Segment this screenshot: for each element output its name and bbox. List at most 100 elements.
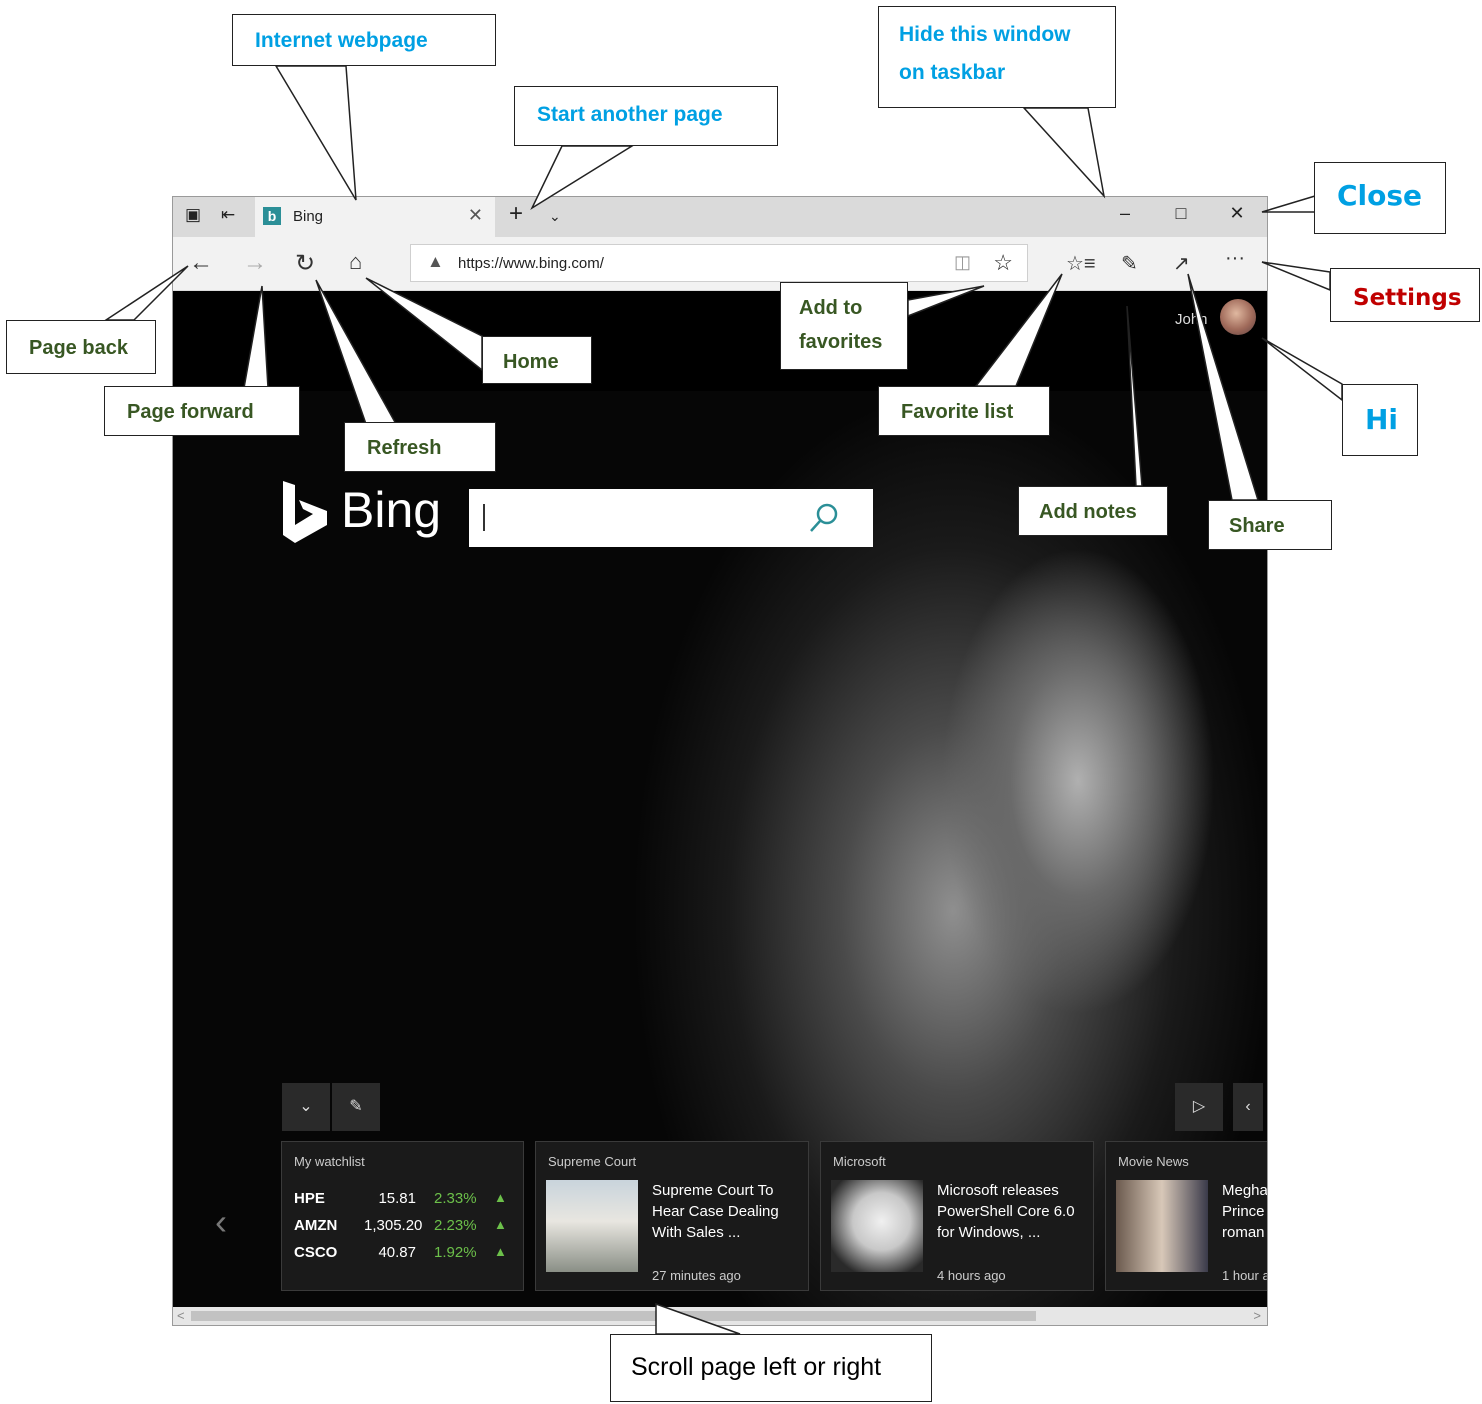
bing-favicon-icon: b [263,207,281,225]
search-icon[interactable] [807,501,841,535]
tab-bing[interactable]: b Bing ✕ [255,197,495,237]
up-triangle-icon: ▲ [494,1190,507,1205]
news-time: 4 hours ago [937,1268,1006,1283]
edit-pencil-button[interactable]: ✎ [332,1083,380,1131]
callout-text: Share [1229,515,1285,537]
callout-add-to-favorites: Add to favorites [780,282,908,370]
callout-text: Favorite list [901,401,1014,423]
callout-text: favorites [799,331,883,353]
card-category: My watchlist [294,1154,365,1169]
share-icon[interactable]: ↗ [1173,251,1190,276]
forward-arrow-icon[interactable]: → [243,249,267,277]
callout-share: Share [1208,500,1332,550]
text-caret [483,504,485,531]
callout-text: Add to [799,297,863,319]
new-tab-plus-icon[interactable]: + [509,200,523,228]
tab-preview-chevron-icon[interactable]: ⌄ [549,208,561,225]
news-card[interactable]: Microsoft Microsoft releases PowerShell … [820,1141,1094,1291]
stock-symbol: AMZN [294,1217,338,1234]
news-thumbnail[interactable] [546,1180,638,1272]
callout-text: Hi [1365,403,1399,436]
callout-page-back: Page back [6,320,156,374]
avatar[interactable] [1220,299,1256,335]
page-header-band [173,291,1267,391]
user-name[interactable]: John [1175,311,1208,328]
news-time: 1 hour a [1222,1268,1268,1283]
callout-home: Home [482,336,592,384]
settings-more-icon[interactable]: ··· [1225,247,1245,270]
back-arrow-icon[interactable]: ← [189,249,213,277]
card-category: Supreme Court [548,1154,637,1169]
callout-text: Scroll page left or right [631,1353,882,1381]
callout-text: Add notes [1039,501,1137,523]
news-thumbnail[interactable] [831,1180,923,1272]
scroll-left-icon[interactable]: < [177,1308,185,1323]
stock-price: 40.87 [378,1244,416,1261]
search-input[interactable] [469,489,873,547]
nav-bar: ← → ↻ ⌂ ▲ https://www.bing.com/ ◫ ☆ ☆≡ ✎… [173,237,1267,291]
maximize-button[interactable]: □ [1161,203,1201,224]
add-favorite-star-icon[interactable]: ☆ [993,250,1013,276]
callout-text: Home [503,351,559,373]
callout-text: Internet webpage [255,29,428,52]
stock-change: 1.92% [434,1244,477,1261]
callout-hi: Hi [1342,384,1418,456]
callout-close: Close [1314,162,1446,234]
callout-hide-window: Hide this window on taskbar [878,6,1116,108]
close-window-button[interactable]: ✕ [1217,203,1257,224]
bing-page: John Bing ⌄ ✎ ▷ ‹ ‹ My watchlist HPE 15.… [173,291,1267,1307]
horizontal-scrollbar[interactable]: < > [173,1307,1267,1325]
favorites-list-icon[interactable]: ☆≡ [1066,251,1096,276]
news-thumbnail[interactable] [1116,1180,1208,1272]
callout-scroll: Scroll page left or right [610,1334,932,1402]
watchlist-row[interactable]: HPE 15.81 2.33% ▲ [294,1190,514,1212]
lock-icon: ▲ [427,252,444,271]
callout-text: Close [1337,179,1423,212]
minimize-button[interactable]: – [1105,203,1145,224]
watchlist-card[interactable]: My watchlist HPE 15.81 2.33% ▲ AMZN 1,30… [281,1141,524,1291]
callout-text: Page back [29,337,128,359]
card-category: Microsoft [833,1154,886,1169]
watchlist-row[interactable]: CSCO 40.87 1.92% ▲ [294,1244,514,1266]
tab-bar: ▣ ⇤ b Bing ✕ + ⌄ – □ ✕ [173,197,1267,237]
news-card[interactable]: Supreme Court Supreme Court To Hear Case… [535,1141,809,1291]
scrollbar-thumb[interactable] [191,1311,1036,1321]
bing-wordmark: Bing [341,482,442,538]
news-headline[interactable]: Microsoft releases PowerShell Core 6.0 f… [937,1180,1077,1243]
collapse-chevron-button[interactable]: ⌄ [282,1083,330,1131]
stock-price: 1,305.20 [364,1217,423,1234]
scroll-right-icon[interactable]: > [1253,1308,1261,1323]
address-url[interactable]: https://www.bing.com/ [458,255,604,272]
watchlist-row[interactable]: AMZN 1,305.20 2.23% ▲ [294,1217,514,1239]
news-headline[interactable]: Supreme Court To Hear Case Dealing With … [652,1180,792,1243]
tab-sets-icon[interactable]: ▣ [185,205,201,225]
tab-close-icon[interactable]: ✕ [468,205,483,226]
callout-text: Settings [1353,285,1462,311]
background-image [878,521,1267,1121]
refresh-icon[interactable]: ↻ [295,249,315,278]
add-notes-pen-icon[interactable]: ✎ [1121,251,1138,276]
address-bar[interactable]: ▲ https://www.bing.com/ ◫ ☆ [410,244,1028,282]
callout-text: Refresh [367,437,442,459]
callout-refresh: Refresh [344,422,496,472]
callout-internet-webpage: Internet webpage [232,14,496,66]
bing-logo: Bing [281,481,451,551]
callout-add-notes: Add notes [1018,486,1168,536]
news-headline[interactable]: Megha Prince roman [1222,1180,1267,1243]
carousel-left-icon[interactable]: ‹ [215,1201,227,1243]
callout-page-forward: Page forward [104,386,300,436]
callout-settings: Settings [1330,268,1480,322]
prev-image-button[interactable]: ‹ [1233,1083,1263,1131]
callout-text: Hide this window [899,23,1071,46]
callout-text: Start another page [537,103,723,126]
callout-start-another-page: Start another page [514,86,778,146]
callout-text: Page forward [127,401,254,423]
bing-b-icon [283,481,327,543]
tab-title: Bing [293,208,324,225]
set-tabs-aside-icon[interactable]: ⇤ [221,205,235,225]
home-icon[interactable]: ⌂ [349,249,362,275]
news-card[interactable]: Movie News Megha Prince roman 1 hour a [1105,1141,1268,1291]
play-button[interactable]: ▷ [1175,1083,1223,1131]
browser-window: ▣ ⇤ b Bing ✕ + ⌄ – □ ✕ ← → ↻ ⌂ ▲ https:/… [172,196,1268,1326]
reading-view-icon[interactable]: ◫ [954,252,971,273]
